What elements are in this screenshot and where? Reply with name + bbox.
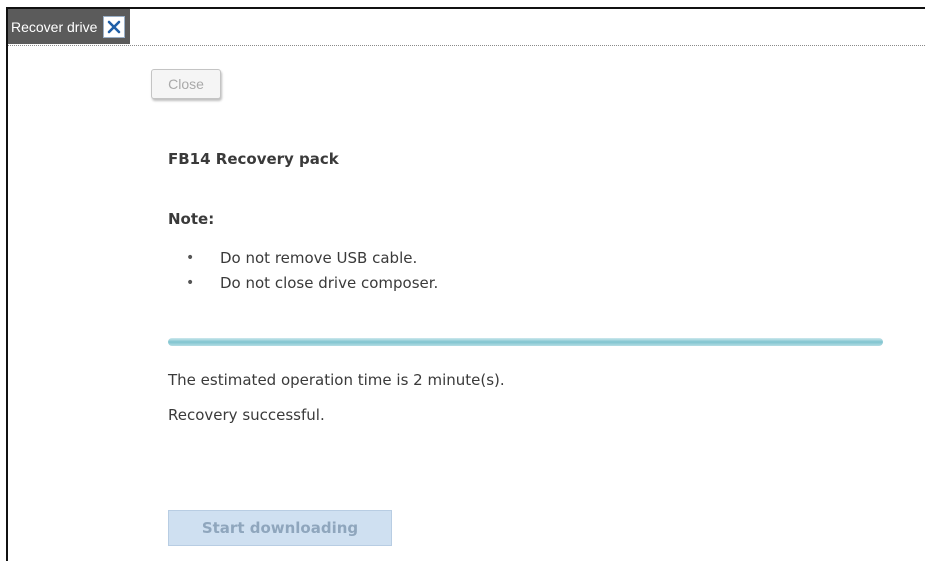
- recovery-pack-title: FB14 Recovery pack: [168, 150, 339, 168]
- note-label: Note:: [168, 210, 215, 228]
- estimated-time-text: The estimated operation time is 2 minute…: [168, 371, 505, 389]
- progress-bar: [168, 338, 883, 346]
- tab-strip: Recover drive: [8, 9, 925, 46]
- tab-recover-drive[interactable]: Recover drive: [8, 9, 131, 44]
- close-x-glyph: [108, 20, 121, 33]
- note-text: Do not remove USB cable.: [220, 249, 418, 267]
- close-button[interactable]: Close: [151, 69, 221, 99]
- list-item: • Do not close drive composer.: [168, 273, 438, 298]
- close-x-icon[interactable]: [103, 15, 126, 38]
- list-item: • Do not remove USB cable.: [168, 248, 438, 273]
- progress-bar-fill: [168, 338, 883, 346]
- tab-label: Recover drive: [11, 18, 98, 35]
- note-text: Do not close drive composer.: [220, 274, 439, 292]
- status-text: Recovery successful.: [168, 406, 325, 424]
- note-list: • Do not remove USB cable. • Do not clos…: [168, 248, 438, 298]
- bullet-icon: •: [186, 275, 195, 291]
- bullet-icon: •: [186, 250, 195, 266]
- recover-drive-panel: Recover drive Close FB14 Recovery pack N…: [6, 7, 925, 561]
- start-downloading-button[interactable]: Start downloading: [168, 510, 392, 546]
